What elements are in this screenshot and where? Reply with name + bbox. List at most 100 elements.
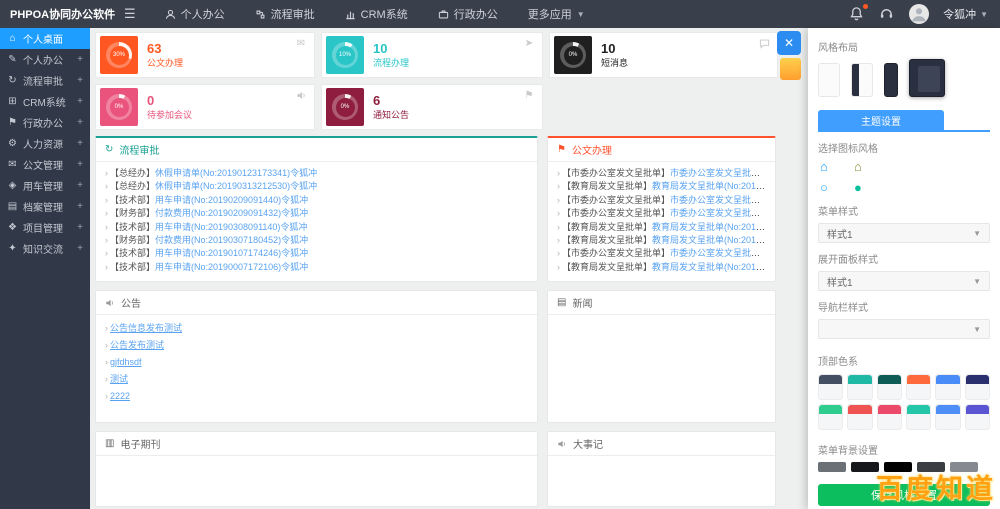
chevron-down-icon: ▼ [980,10,988,19]
nav-label: 行政办公 [454,6,498,22]
icon-style-options: ⌂ ⌂ ○ ● [820,160,990,195]
color-swatch[interactable] [965,374,990,400]
sidebar-item-admin-office[interactable]: ⚑ 行政办公 + [0,112,90,133]
menu-bg-swatch[interactable] [884,462,912,472]
home-outline-icon[interactable]: ⌂ [820,160,854,174]
list-item[interactable]: ›【技术部】用车申请(No:20190209091440)令狐冲 [105,194,528,207]
navbar-style-select[interactable]: ▼ [818,319,990,339]
list-item[interactable]: ›【教育局发文呈批单】教育局发文呈批单(No:20190213134130)令狐… [557,261,766,274]
nav-personal-office[interactable]: 个人办公 [150,0,240,28]
home-filled-icon[interactable]: ⌂ [854,160,888,174]
news-icon: ▤ [557,297,566,308]
list-item[interactable]: ›【技术部】用车申请(No:20190308091140)令狐冲 [105,221,528,234]
stat-card-flows[interactable]: 10% 10 流程办理 ➤ [321,32,543,78]
sidebar-item-desktop[interactable]: ⌂ 个人桌面 [0,28,90,49]
nav-crm[interactable]: CRM系统 [330,0,423,28]
list-item[interactable]: ›【技术部】用车申请(No:20190007172106)令狐冲 [105,261,528,274]
list-item[interactable]: ›公告发布测试 [105,337,528,354]
stat-label: 流程办理 [373,58,409,69]
sidebar-item-archives[interactable]: ▤ 档案管理 + [0,196,90,217]
color-swatch[interactable] [935,374,960,400]
expand-style-select[interactable]: 样式1 ▼ [818,271,990,291]
menu-bg-swatch[interactable] [851,462,879,472]
sidebar-item-documents[interactable]: ✉ 公文管理 + [0,154,90,175]
tab-theme-settings[interactable]: 主题设置 [818,110,944,130]
panel-header: ↻ 流程审批 [96,138,537,162]
list-item[interactable]: ›【市委办公室发文呈批单】市委办公室发文呈批单(No:2019021113016… [557,167,766,180]
list-item[interactable]: ›【教育局发文呈批单】教育局发文呈批单(No:20190213011442)令狐… [557,180,766,193]
panel-row-1: ↻ 流程审批 ›【总经办】休假申请单(No:20190123173341)令狐冲… [95,136,802,282]
flag-icon: ⚑ [523,89,535,101]
menu-bg-swatch[interactable] [818,462,846,472]
color-swatch[interactable] [906,404,931,430]
list-item[interactable]: ›【技术部】用车申请(No:20190107174246)令狐冲 [105,247,528,260]
sidebar-item-knowledge[interactable]: ✦ 知识交流 + [0,238,90,259]
list-item[interactable]: ›【总经办】休假申请单(No:20190313212530)令狐冲 [105,180,528,193]
menu-bg-swatch[interactable] [950,462,978,472]
topbar-right: 令狐冲 ▼ [849,4,1000,24]
layout-option-dark-sidebar[interactable] [851,63,873,97]
list-item[interactable]: ›【市委办公室发文呈批单】市委办公室发文呈批单(No:2019040900461… [557,194,766,207]
user-menu[interactable]: 令狐冲 ▼ [943,6,988,22]
list-item[interactable]: ›【教育局发文呈批单】教育局发文呈批单(No:20190213134034)令狐… [557,234,766,247]
circle-outline-icon[interactable]: ○ [820,181,854,195]
nav-flow-approval[interactable]: 流程审批 [240,0,330,28]
list-item[interactable]: ›【财务部】付款费用(No:20190307180452)令狐冲 [105,234,528,247]
user-icon [165,9,176,20]
layout-option-dark-narrow[interactable] [884,63,898,97]
color-swatch[interactable] [847,404,872,430]
color-swatch[interactable] [847,374,872,400]
layout-option-light[interactable] [818,63,840,97]
sidebar-item-vehicles[interactable]: ◈ 用车管理 + [0,175,90,196]
plus-icon: + [77,222,83,233]
stat-card-documents[interactable]: 30% 63 公文办理 ✉ [95,32,315,78]
sidebar-item-label: 行政办公 [23,115,63,130]
color-swatch[interactable] [965,404,990,430]
nav-more-apps[interactable]: 更多应用 ▼ [513,0,600,28]
menu-style-select[interactable]: 样式1 ▼ [818,223,990,243]
stat-label: 通知公告 [373,110,409,121]
sidebar-item-flow-approval[interactable]: ↻ 流程审批 + [0,70,90,91]
message-headset-icon[interactable] [879,6,895,22]
theme-toggle-button[interactable] [780,58,801,80]
menu-bg-swatch[interactable] [917,462,945,472]
stat-card-messages[interactable]: 0% 10 短消息 [549,32,778,78]
nav-label: CRM系统 [361,6,408,22]
flag-icon: ⚑ [7,117,18,128]
color-swatch[interactable] [935,404,960,430]
color-swatch[interactable] [877,404,902,430]
hamburger-icon[interactable]: ☰ [124,6,136,22]
circle-filled-icon[interactable]: ● [854,181,888,195]
layout-option-dark-selected[interactable] [909,59,945,97]
nav-admin-office[interactable]: 行政办公 [423,0,513,28]
list-item[interactable]: ›【教育局发文呈批单】教育局发文呈批单(No:20190307140836)令狐… [557,221,766,234]
list-item[interactable]: ›【财务部】付款费用(No:20190209091432)令狐冲 [105,207,528,220]
close-drawer-button[interactable]: ✕ [777,31,801,55]
color-swatch[interactable] [818,374,843,400]
avatar[interactable] [909,4,929,24]
save-style-button[interactable]: 保存风格设置 [818,484,990,506]
chevron-down-icon: ▼ [577,10,585,19]
list-item[interactable]: ›gjfdhsdf [105,354,528,371]
sidebar-item-projects[interactable]: ❖ 项目管理 + [0,217,90,238]
list-item[interactable]: ›测试 [105,371,528,388]
select-value: 样式1 [827,226,853,241]
color-swatch[interactable] [818,404,843,430]
notification-bell-icon[interactable] [849,6,865,22]
list-item[interactable]: ›【市委办公室发文呈批单】市委办公室发文呈批单(No:2019040900460… [557,207,766,220]
stat-card-meetings[interactable]: 0% 0 待参加会议 [95,84,315,130]
panel-flow-approval: ↻ 流程审批 ›【总经办】休假申请单(No:20190123173341)令狐冲… [95,136,538,282]
list-item[interactable]: ›公告信息发布测试 [105,320,528,337]
list-item[interactable]: ›2222 [105,388,528,405]
color-swatch[interactable] [877,374,902,400]
refresh-icon: ↻ [7,75,18,86]
sidebar-item-crm[interactable]: ⊞ CRM系统 + [0,91,90,112]
color-swatch[interactable] [906,374,931,400]
list-item[interactable]: ›【市委办公室发文呈批单】市委办公室发文呈批单(No:2019021311420… [557,247,766,260]
list-item[interactable]: ›【总经办】休假申请单(No:20190123173341)令狐冲 [105,167,528,180]
sidebar-item-hr[interactable]: ⚙ 人力资源 + [0,133,90,154]
sidebar-item-personal-office[interactable]: ✎ 个人办公 + [0,49,90,70]
stat-card-announcements[interactable]: 0% 6 通知公告 ⚑ [321,84,543,130]
panel-header: ▥ 电子期刊 [96,432,537,456]
donut-icon: 0% [100,88,138,126]
